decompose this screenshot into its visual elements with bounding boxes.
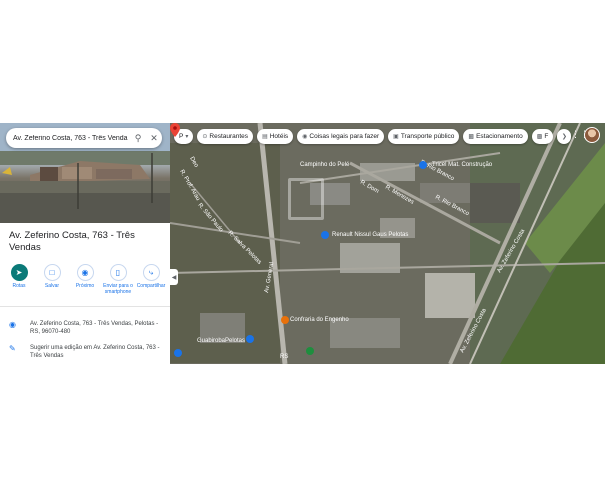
chip-things-to-do[interactable]: ◉ Coisas legais para fazer — [297, 129, 385, 144]
transit-icon: ▣ — [393, 134, 399, 140]
nearby-icon: ◉ — [76, 264, 94, 281]
panel-divider — [0, 306, 170, 307]
share-icon: ⤷ — [142, 264, 160, 281]
park-marker-icon[interactable] — [306, 347, 314, 355]
save-button[interactable]: □ Salvar — [37, 264, 67, 295]
address-row[interactable]: ◉ Av. Zeferino Costa, 763 - Três Vendas,… — [9, 320, 161, 336]
map-label: RS — [280, 354, 288, 360]
chip-transit[interactable]: ▣ Transporte público — [388, 129, 460, 144]
action-label: Próximo — [75, 283, 95, 289]
suggest-edit-row[interactable]: ✎ Sugerir uma edição em Av. Zeferino Cos… — [9, 344, 161, 360]
chip-label: Transporte público — [400, 133, 455, 140]
fork-knife-icon: ⊙ — [202, 134, 208, 140]
street-view-photo[interactable]: Av. Zeferino Costa, 763 - Três Venda ⚲ ✕ — [0, 123, 170, 223]
action-label: Compartilhar — [136, 283, 166, 289]
chip-hotels[interactable]: ▤ Hotéis — [257, 129, 294, 144]
action-label: Rotas — [12, 283, 26, 289]
pharmacy-icon: ▩ — [536, 134, 543, 140]
directions-button[interactable]: ➤ Rotas — [4, 264, 34, 295]
chevron-right-icon: ❯ — [561, 134, 567, 140]
location-pin-icon[interactable] — [170, 123, 180, 137]
pencil-icon: ✎ — [9, 344, 16, 353]
close-icon[interactable]: ✕ — [146, 128, 162, 148]
address-text: Av. Zeferino Costa, 763 - Três Vendas, P… — [30, 321, 159, 335]
action-label: Salvar — [44, 283, 60, 289]
bed-icon: ▤ — [262, 134, 268, 140]
send-to-phone-button[interactable]: ▯ Enviar para o smartphone — [103, 264, 133, 295]
camera-icon: ◉ — [302, 134, 308, 140]
apps-grid-icon[interactable]: ⋮⋮ — [571, 129, 589, 141]
category-chips: P ▾ ⊙ Restaurantes ▤ Hotéis ◉ Coisas leg… — [174, 129, 572, 144]
bookmark-icon: □ — [43, 264, 61, 281]
map-label: Tricel Mat. Construção — [432, 162, 493, 168]
search-box[interactable]: Av. Zeferino Costa, 763 - Três Venda ⚲ ✕ — [6, 128, 162, 148]
watermark-logo — [288, 178, 324, 220]
phone-icon: ▯ — [109, 264, 127, 281]
nearby-button[interactable]: ◉ Próximo — [70, 264, 100, 295]
map-label: Pelotas — [225, 338, 245, 344]
restaurant-marker-icon[interactable] — [281, 316, 289, 324]
suggest-edit-text: Sugerir uma edição em Av. Zeferino Costa… — [30, 345, 160, 359]
chip-restaurants[interactable]: ⊙ Restaurantes — [197, 129, 254, 144]
share-button[interactable]: ⤷ Compartilhar — [136, 264, 166, 295]
satellite-map[interactable]: Campinho do Pelé R. Rio Branco R. Rio Br… — [170, 123, 605, 364]
map-label: Guabiroba — [197, 338, 226, 344]
chip-label: Hotéis — [269, 133, 289, 140]
chip-more-category[interactable]: ▩ F — [531, 129, 554, 144]
action-label: Enviar para o smartphone — [103, 283, 133, 295]
chevron-left-icon: ◀ — [171, 274, 177, 281]
location-pin-icon: ◉ — [9, 320, 16, 329]
chevron-down-icon: ▾ — [185, 134, 189, 140]
place-title: Av. Zeferino Costa, 763 - Três Vendas — [9, 230, 135, 253]
chips-next-button[interactable]: ❯ — [557, 129, 572, 144]
chip-label: Coisas legais para fazer — [309, 133, 380, 140]
search-input[interactable]: Av. Zeferino Costa, 763 - Três Venda — [6, 135, 130, 142]
map-label: Renault Nissul Gaus Pelotas — [332, 232, 408, 238]
poi-marker-icon[interactable] — [174, 349, 182, 357]
map-imagery: Campinho do Pelé R. Rio Branco R. Rio Br… — [170, 123, 605, 364]
map-label: Confraria do Engenho — [290, 317, 349, 323]
collapse-panel-button[interactable]: ◀ — [170, 269, 178, 285]
car-dealer-marker-icon[interactable] — [321, 231, 329, 239]
shop-marker-icon[interactable] — [419, 161, 427, 169]
avatar[interactable] — [584, 127, 600, 143]
transit-marker-icon[interactable] — [246, 335, 254, 343]
search-icon[interactable]: ⚲ — [130, 128, 146, 148]
directions-icon: ➤ — [10, 264, 28, 281]
chip-label: Estacionamento — [476, 133, 523, 140]
maps-window: Av. Zeferino Costa, 763 - Três Venda ⚲ ✕… — [0, 123, 605, 364]
chip-parking[interactable]: ▩ Estacionamento — [463, 129, 528, 144]
map-label: Campinho do Pelé — [300, 162, 350, 168]
place-panel: Av. Zeferino Costa, 763 - Três Venda ⚲ ✕… — [0, 123, 171, 364]
action-bar: ➤ Rotas □ Salvar ◉ Próximo ▯ Enviar para… — [4, 264, 166, 295]
parking-icon: ▩ — [468, 134, 475, 140]
chip-label: F — [544, 133, 549, 140]
chip-label: Restaurantes — [209, 133, 249, 140]
